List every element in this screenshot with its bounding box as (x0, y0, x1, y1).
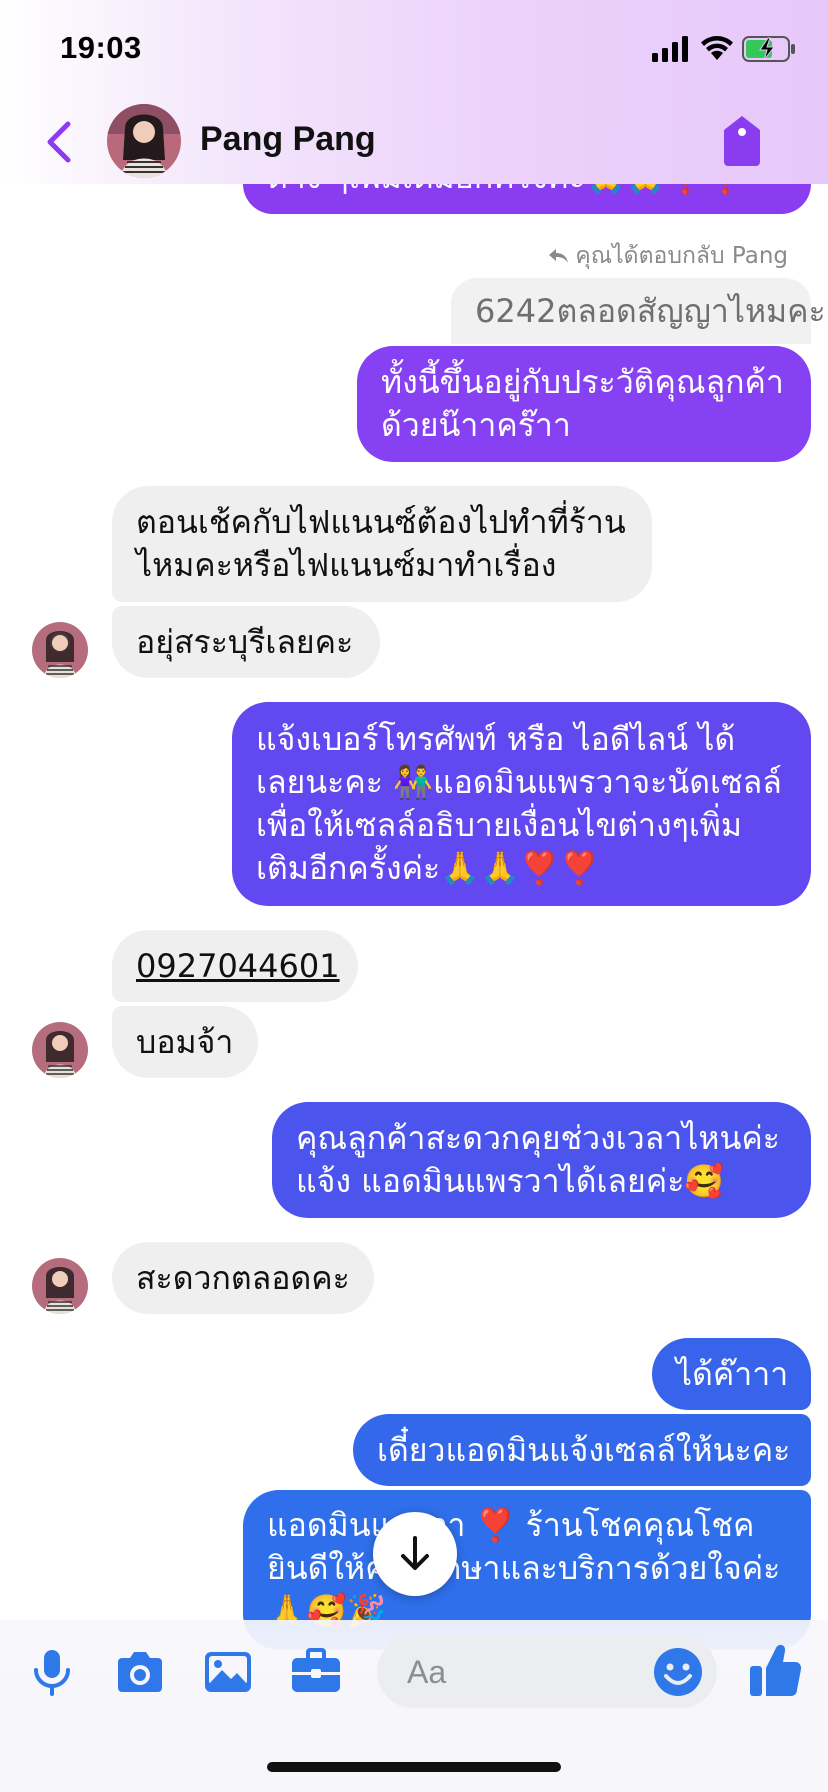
message-text: สะดวกตลอดคะ (136, 1258, 350, 1297)
status-bar: 19:03 (0, 0, 828, 100)
contact-avatar[interactable] (107, 104, 181, 178)
message-text: ยินดีให้คำปรึกษาและบริการด้วยใจค่ะ (267, 1549, 781, 1587)
like-icon[interactable] (748, 1640, 804, 1700)
conversation-header: Pang Pang (0, 100, 828, 184)
tag-icon[interactable] (720, 114, 764, 168)
message-bubble-outgoing[interactable]: ได้ค๊าาา (652, 1338, 811, 1410)
message-text: แจ้งเบอร์โทรศัพท์ หรือ ไอดีไลน์ ได้ (256, 720, 736, 758)
contact-avatar[interactable] (32, 1022, 88, 1078)
message-text: เลยนะคะ 👫แอดมินแพรวาจะนัดเซลล์ (256, 763, 782, 801)
message-text: เติมอีกครั้งค่ะ🙏🙏❣️❣️ (256, 849, 600, 887)
message-input-placeholder: Aa (407, 1653, 447, 1690)
message-bubble-outgoing[interactable]: แจ้งเบอร์โทรศัพท์ หรือ ไอดีไลน์ ได้ เลยน… (232, 702, 811, 906)
message-text: คุณลูกค้าสะดวกคุยช่วงเวลาไหนค่ะ (296, 1119, 780, 1157)
scroll-down-icon (401, 1536, 429, 1570)
contact-avatar[interactable] (32, 622, 88, 678)
toolbox-icon[interactable] (288, 1644, 344, 1700)
phone-number-link[interactable]: 0927044601 (136, 945, 340, 988)
battery-charging-icon (742, 36, 795, 62)
microphone-icon[interactable] (24, 1644, 80, 1700)
message-text: แอดมินแพรวา ❣️ ร้านโชคคุณโชค (267, 1506, 755, 1544)
home-indicator (267, 1762, 561, 1772)
message-bubble-incoming[interactable]: อยุ่สระบุรีเลยคะ (112, 606, 380, 678)
reply-note-text: คุณได้ตอบกลับ Pang (575, 243, 788, 269)
message-text: ได้ค๊าาา (676, 1354, 789, 1393)
emoji-icon[interactable] (652, 1646, 704, 1698)
message-bubble-incoming[interactable]: สะดวกตลอดคะ (112, 1242, 374, 1314)
message-text: ตอนเช้คกับไฟแนนซ์ต้องไปทำที่ร้าน (136, 503, 626, 541)
message-bubble-outgoing[interactable]: ทั้งนี้ขึ้นอยู่กับประวัติคุณลูกค้า ด้วยน… (357, 346, 811, 462)
contact-avatar[interactable] (32, 1258, 88, 1314)
message-text: ไหมคะหรือไฟแนนซ์มาทำเรื่อง (136, 546, 557, 584)
quoted-text: 6242ตลอดสัญญาไหมคะ (475, 291, 826, 330)
message-text: เพื่อให้เซลล์อธิบายเงื่อนไขต่างๆเพิ่ม (256, 806, 742, 844)
scroll-to-bottom-button[interactable] (373, 1512, 457, 1596)
image-icon[interactable] (200, 1644, 256, 1700)
cellular-signal-icon (652, 36, 688, 62)
message-text: แจ้ง แอดมินแพรวาได้เลยค่ะ🥰 (296, 1162, 725, 1200)
message-text: ด้วยน๊าาคร๊าา (381, 406, 571, 444)
reply-note: คุณได้ตอบกลับ Pang (547, 238, 788, 274)
contact-name[interactable]: Pang Pang (200, 120, 376, 159)
message-text: เดี๋ยวแอดมินแจ้งเซลล์ให้นะคะ (377, 1430, 791, 1469)
back-icon[interactable] (38, 114, 82, 170)
message-text: บอมจ้า (136, 1022, 234, 1061)
message-bubble-outgoing[interactable]: เดี๋ยวแอดมินแจ้งเซลล์ให้นะคะ (353, 1414, 811, 1486)
wifi-icon (701, 36, 733, 60)
message-bubble-outgoing[interactable]: คุณลูกค้าสะดวกคุยช่วงเวลาไหนค่ะ แจ้ง แอด… (272, 1102, 811, 1218)
reply-icon (549, 249, 569, 263)
quoted-message[interactable]: 6242ตลอดสัญญาไหมคะ (451, 278, 826, 344)
message-bubble-incoming[interactable]: 0927044601 (112, 930, 358, 1002)
status-time: 19:03 (60, 30, 142, 65)
message-text: อยุ่สระบุรีเลยคะ (136, 622, 354, 661)
message-bubble-incoming[interactable]: บอมจ้า (112, 1006, 258, 1078)
camera-icon[interactable] (112, 1644, 168, 1700)
message-bubble-incoming[interactable]: ตอนเช้คกับไฟแนนซ์ต้องไปทำที่ร้าน ไหมคะหร… (112, 486, 652, 602)
message-text: ทั้งนี้ขึ้นอยู่กับประวัติคุณลูกค้า (381, 363, 784, 401)
